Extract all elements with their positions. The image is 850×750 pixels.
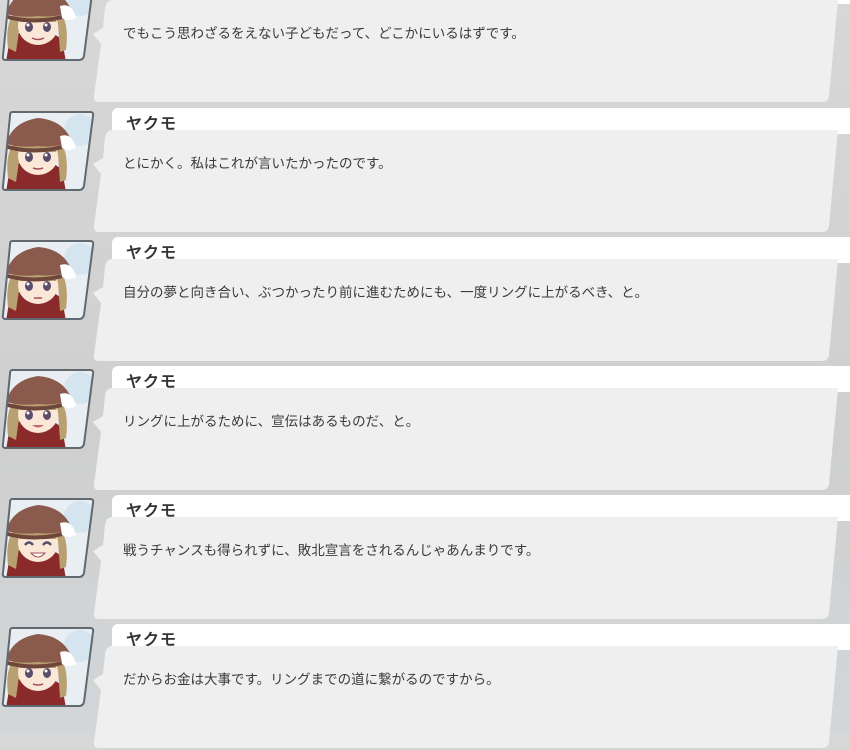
dialogue-text: 自分の夢と向き合い、ぶつかったり前に進むためにも、一度リングに上がるべき、と。: [123, 285, 649, 301]
yakumo-avatar: [0, 495, 96, 579]
dialogue-text: とにかく。私はこれが言いたかったのです。: [123, 156, 392, 172]
dialogue-text: だからお金は大事です。リングまでの道に繋がるのですから。: [123, 672, 500, 688]
yakumo-avatar: [0, 108, 96, 192]
yakumo-avatar: [0, 237, 96, 321]
dialogue-bubble: 戦うチャンスも得られずに、敗北宣言をされるんじゃあんまりです。: [93, 517, 850, 621]
dialogue-bubble: とにかく。私はこれが言いたかったのです。: [93, 130, 850, 234]
log-entry: ヤクモ 自分の夢と向き合い、ぶつかったり前に進むためにも、一度リングに上がるべき…: [0, 237, 850, 361]
dialogue-bubble: リングに上がるために、宣伝はあるものだ、と。: [93, 388, 850, 492]
log-entry: ヤクモ とにかく。私はこれが言いたかったのです。: [0, 108, 850, 232]
log-entry: ヤクモ 戦うチャンスも得られずに、敗北宣言をされるんじゃあんまりです。: [0, 495, 850, 619]
dialogue-text: でもこう思わざるをえない子どもだって、どこかにいるはずです。: [123, 26, 525, 42]
log-entry: ヤクモ だからお金は大事です。リングまでの道に繋がるのですから。: [0, 624, 850, 748]
log-entry: ヤクモ リングに上がるために、宣伝はあるものだ、と。: [0, 366, 850, 490]
dialogue-text: 戦うチャンスも得られずに、敗北宣言をされるんじゃあんまりです。: [123, 543, 540, 559]
log-entry: でもこう思わざるをえない子どもだって、どこかにいるはずです。: [0, 0, 850, 102]
conversation-log[interactable]: でもこう思わざるをえない子どもだって、どこかにいるはずです。 ヤクモ とにかく。…: [0, 0, 850, 748]
yakumo-avatar: [0, 624, 96, 708]
dialogue-bubble: だからお金は大事です。リングまでの道に繋がるのですから。: [93, 646, 850, 750]
dialogue-bubble: 自分の夢と向き合い、ぶつかったり前に進むためにも、一度リングに上がるべき、と。: [93, 259, 850, 363]
dialogue-text: リングに上がるために、宣伝はあるものだ、と。: [123, 414, 420, 430]
yakumo-avatar: [0, 0, 96, 62]
dialogue-bubble: でもこう思わざるをえない子どもだって、どこかにいるはずです。: [93, 0, 850, 104]
yakumo-avatar: [0, 366, 96, 450]
